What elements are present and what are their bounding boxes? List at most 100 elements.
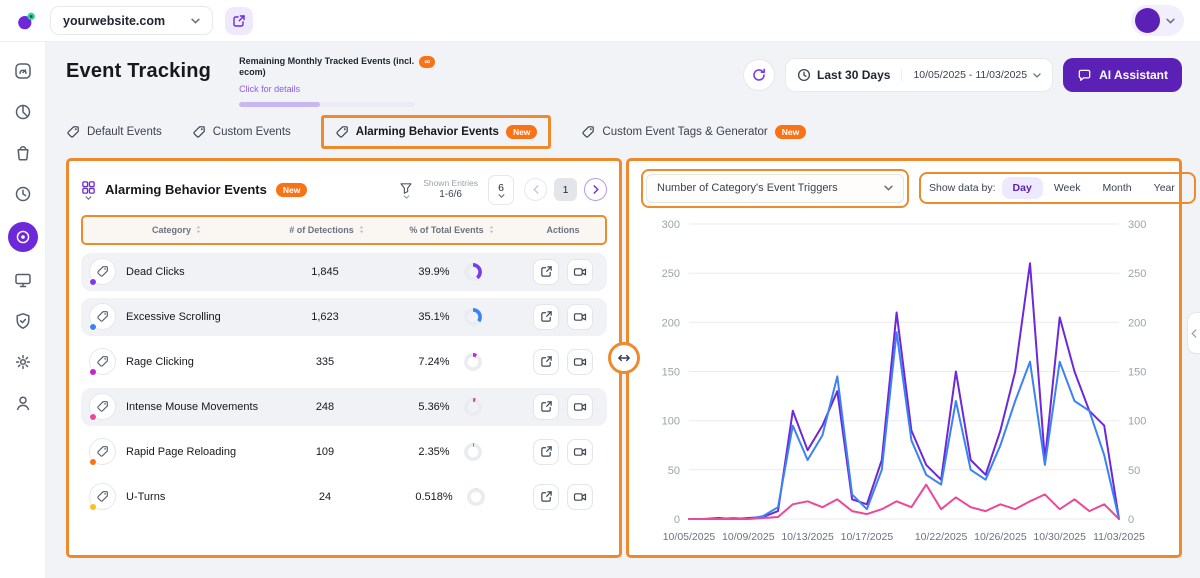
external-link-icon	[540, 355, 553, 368]
tab-alarming-behavior-events[interactable]: Alarming Behavior Events New	[321, 115, 552, 149]
period-day[interactable]: Day	[1002, 177, 1043, 199]
period-month[interactable]: Month	[1091, 177, 1142, 199]
video-camera-icon	[573, 265, 587, 279]
tag-icon	[66, 125, 80, 139]
account-icon[interactable]	[10, 390, 36, 416]
orders-icon[interactable]	[10, 140, 36, 166]
topbar: yourwebsite.com	[0, 0, 1200, 42]
percent-donut-chart	[464, 263, 482, 281]
panel-layout-selector[interactable]	[81, 180, 96, 200]
chart-panel: Number of Category's Event Triggers Show…	[626, 158, 1182, 558]
category-tag-icon	[89, 348, 116, 375]
period-year[interactable]: Year	[1143, 177, 1186, 199]
svg-text:200: 200	[1128, 317, 1146, 329]
detections-count: 109	[269, 446, 381, 458]
new-badge: New	[506, 125, 537, 139]
refresh-button[interactable]	[743, 59, 775, 91]
panel-resize-handle[interactable]	[608, 342, 640, 374]
table-row-intense-mouse-movements[interactable]: Intense Mouse Movements 248 5.36%	[81, 388, 607, 426]
view-recordings-button[interactable]	[567, 259, 593, 285]
filter-button[interactable]	[399, 181, 413, 199]
table-row-dead-clicks[interactable]: Dead Clicks 1,845 39.9%	[81, 253, 607, 291]
svg-text:10/13/2025: 10/13/2025	[781, 531, 834, 543]
site-selector-dropdown[interactable]: yourwebsite.com	[50, 6, 213, 35]
view-recordings-button[interactable]	[567, 484, 593, 510]
history-icon[interactable]	[10, 181, 36, 207]
svg-text:11/03/2025: 11/03/2025	[1093, 531, 1145, 543]
event-tracking-icon[interactable]	[8, 222, 38, 252]
svg-text:300: 300	[1128, 219, 1146, 231]
chevron-down-icon	[1033, 73, 1041, 78]
page-size-select[interactable]: 6	[488, 175, 514, 205]
detections-count: 24	[269, 491, 381, 503]
svg-text:10/22/2025: 10/22/2025	[915, 531, 968, 543]
prev-page-button[interactable]	[524, 178, 547, 201]
column-header-of-total-events[interactable]: % of Total Events	[383, 225, 521, 235]
tab-default-events[interactable]: Default Events	[66, 125, 162, 139]
percent-of-total: 2.35%	[418, 446, 449, 458]
sessions-icon[interactable]	[10, 267, 36, 293]
open-category-events-button[interactable]	[533, 349, 559, 375]
account-menu[interactable]	[1131, 5, 1184, 36]
column-header-of-detections[interactable]: # of Detections	[271, 225, 383, 235]
table-row-rage-clicking[interactable]: Rage Clicking 335 7.24%	[81, 343, 607, 381]
open-category-events-button[interactable]	[533, 394, 559, 420]
tag-icon	[335, 125, 349, 139]
category-name: Excessive Scrolling	[126, 311, 221, 323]
open-site-button[interactable]	[225, 7, 253, 35]
open-category-events-button[interactable]	[533, 439, 559, 465]
detections-count: 1,623	[269, 311, 381, 323]
tab-label: Custom Events	[213, 126, 291, 138]
next-page-button[interactable]	[584, 178, 607, 201]
view-recordings-button[interactable]	[567, 439, 593, 465]
open-category-events-button[interactable]	[533, 304, 559, 330]
chevron-right-icon	[593, 185, 599, 194]
percent-of-total: 39.9%	[418, 266, 449, 278]
table-row-excessive-scrolling[interactable]: Excessive Scrolling 1,623 35.1%	[81, 298, 607, 336]
table-header-row: Category# of Detections% of Total Events…	[81, 215, 607, 245]
column-header-category[interactable]: Category	[83, 225, 271, 235]
svg-text:10/30/2025: 10/30/2025	[1033, 531, 1086, 543]
svg-text:100: 100	[1128, 415, 1146, 427]
pagination: 1	[524, 178, 607, 201]
analytics-icon[interactable]	[10, 99, 36, 125]
tab-custom-events[interactable]: Custom Events	[192, 125, 291, 139]
chat-bubble-icon	[1077, 68, 1092, 83]
category-name: Intense Mouse Movements	[126, 401, 258, 413]
metric-selector-dropdown[interactable]: Number of Category's Event Triggers	[646, 174, 904, 203]
security-icon[interactable]	[10, 308, 36, 334]
view-recordings-button[interactable]	[567, 349, 593, 375]
date-range-picker[interactable]: 10/05/2025 - 11/03/2025	[901, 69, 1052, 81]
refresh-icon	[751, 67, 767, 83]
external-link-icon	[232, 14, 246, 28]
period-preset-button[interactable]: Last 30 Days	[786, 68, 901, 82]
tabs-row: Default Events Custom Events Alarming Be…	[66, 114, 1182, 150]
svg-text:0: 0	[674, 514, 680, 526]
date-range-control: Last 30 Days 10/05/2025 - 11/03/2025	[785, 58, 1053, 92]
click-for-details-link[interactable]: Click for details	[239, 84, 300, 94]
video-camera-icon	[573, 445, 587, 459]
view-recordings-button[interactable]	[567, 304, 593, 330]
table-row-rapid-page-reloading[interactable]: Rapid Page Reloading 109 2.35%	[81, 433, 607, 471]
tab-label: Alarming Behavior Events	[356, 126, 499, 138]
category-color-dot	[89, 458, 97, 466]
dashboard-icon[interactable]	[10, 58, 36, 84]
category-name: U-Turns	[126, 491, 165, 503]
category-tag-icon	[89, 438, 116, 465]
svg-text:10/09/2025: 10/09/2025	[722, 531, 775, 543]
open-category-events-button[interactable]	[533, 484, 559, 510]
table-row-u-turns[interactable]: U-Turns 24 0.518%	[81, 478, 607, 516]
brand-logo-icon	[16, 10, 38, 32]
remaining-events-progressbar	[239, 102, 415, 107]
svg-text:10/17/2025: 10/17/2025	[841, 531, 894, 543]
view-recordings-button[interactable]	[567, 394, 593, 420]
period-week[interactable]: Week	[1043, 177, 1092, 199]
ai-assistant-button[interactable]: AI Assistant	[1063, 58, 1182, 92]
open-category-events-button[interactable]	[533, 259, 559, 285]
sort-icon	[358, 225, 365, 234]
filter-icon	[399, 181, 413, 195]
collapse-panel-handle[interactable]	[1187, 312, 1200, 354]
detections-count: 335	[269, 356, 381, 368]
settings-icon[interactable]	[10, 349, 36, 375]
tab-custom-event-tags-generator[interactable]: Custom Event Tags & Generator New	[581, 125, 806, 139]
